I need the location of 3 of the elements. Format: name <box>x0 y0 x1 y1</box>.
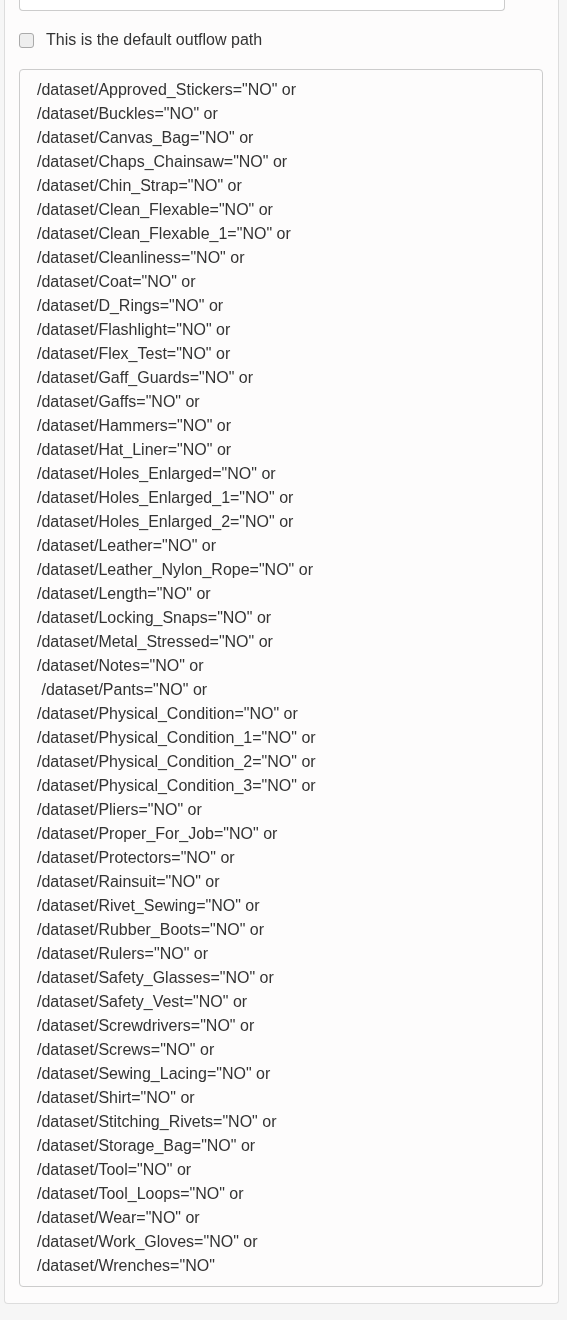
checkbox-label: This is the default outflow path <box>46 31 263 49</box>
expression-field[interactable]: /dataset/Approved_Stickers="NO" or /dataset/Buckles="NO" or /dataset/Canvas_Bag="NO" or /dataset/Chaps_Chainsaw="NO" or /dataset/Chin_Strap="NO" or /dataset/Clean_Flexable="NO" or /dataset/Clean_Flexable_1="NO" or /dataset/Cleanliness="NO" or /dataset/Coat="NO" or /dataset/D_Rings="NO" or /dataset/Flashlight="NO" or /dataset/Flex_Test="NO" or /dataset/Gaff_Guards="NO" or /dataset/Gaffs="NO" or /dataset/Hammers="NO" or /dataset/Hat_Liner="NO" or /dataset/Holes_Enlarged="NO" or /dataset/Holes_Enlarged_1="NO" or /dataset/Holes_Enlarged_2="NO" or /dataset/Leather="NO" or /dataset/Leather_Nylon_Rope="NO" or /dataset/Length="NO" or /dataset/Locking_Snaps="NO" or /dataset/Metal_Stressed="NO" or /dataset/Notes="NO" or /dataset/Pants="NO" or /dataset/Physical_Condition="NO" or /dataset/Physical_Condition_1="NO" or /dataset/Physical_Condition_2="NO" or /dataset/Physical_Condition_3="NO" or /dataset/Pliers="NO" or /dataset/Proper_For_Job="NO" or /dataset/Protectors="NO" or /dataset/Rainsuit="NO" or /dataset/Rivet_Sewing="NO" or /dataset/Rubber_Boots="NO" or /dataset/Rulers="NO" or /dataset/Safety_Glasses="NO" or /dataset/Safety_Vest="NO" or /dataset/Screwdrivers="NO" or /dataset/Screws="NO" or /dataset/Sewing_Lacing="NO" or /dataset/Shirt="NO" or /dataset/Stitching_Rivets="NO" or /dataset/Storage_Bag="NO" or /dataset/Tool="NO" or /dataset/Tool_Loops="NO" or /dataset/Wear="NO" or /dataset/Work_Gloves="NO" or /dataset/Wrenches="NO" <box>19 69 543 1287</box>
checkbox[interactable] <box>19 32 34 48</box>
